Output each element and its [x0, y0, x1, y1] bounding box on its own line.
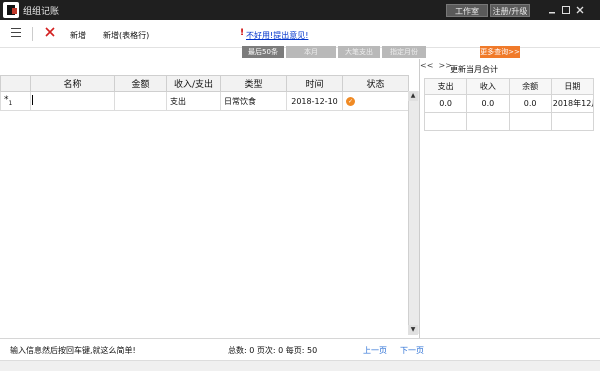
scroll-down-arrow-icon[interactable]: ▼ — [408, 325, 418, 335]
window-bottom-strip — [0, 360, 600, 371]
prev-page-link[interactable]: 上一页 — [363, 345, 387, 356]
cell-name[interactable] — [30, 91, 115, 111]
summary-empty-cell — [466, 112, 510, 131]
summary-row[interactable]: 0.0 0.0 0.0 2018年12月 — [423, 94, 595, 113]
table-row[interactable]: 支出 日常饮食 2018-12-10 ✓ — [0, 91, 409, 111]
summary-date: 2018年12月 — [550, 94, 595, 113]
minimize-icon[interactable] — [546, 4, 558, 16]
new-row-marker: *1 — [4, 95, 12, 107]
summary-header-expense: 支出 — [423, 78, 468, 95]
column-header-time[interactable]: 时间 — [286, 75, 343, 92]
toolbar: 新增 新增(表格行) ! 不好用!提出意见! — [0, 20, 600, 48]
column-header-amount[interactable]: 金额 — [114, 75, 167, 92]
add-button[interactable]: 新增 — [70, 30, 86, 41]
add-table-row-button[interactable]: 新增(表格行) — [103, 30, 149, 41]
table-header-row: 名称 金额 收入/支出 类型 时间 状态 — [0, 75, 409, 92]
summary-income: 0.0 — [466, 94, 510, 113]
workspace-button[interactable]: 工作室 — [446, 4, 488, 17]
summary-header-date: 日期 — [550, 78, 595, 95]
cell-amount[interactable] — [114, 91, 167, 111]
page-stats: 总数: 0 页次: 0 每页: 50 — [228, 346, 318, 355]
cell-status[interactable]: ✓ — [342, 91, 409, 111]
summary-balance: 0.0 — [508, 94, 552, 113]
warning-mark: ! — [240, 28, 245, 38]
column-header-category[interactable]: 类型 — [220, 75, 287, 92]
records-table: 名称 金额 收入/支出 类型 时间 状态 支出 日常饮食 2018-12-10 … — [0, 75, 409, 111]
cell-direction[interactable]: 支出 — [166, 91, 221, 111]
summary-header-row: 支出 收入 余额 日期 — [423, 78, 595, 95]
column-header-status[interactable]: 状态 — [342, 75, 409, 92]
status-bar: 输入信息然后按回车键,就这么简单! 总数: 0 页次: 0 每页: 50 上一页… — [0, 338, 600, 361]
month-nav: << >> — [420, 61, 452, 70]
title-bar: 组组记账 工作室 注册/升级 — [0, 0, 600, 20]
text-caret — [32, 95, 33, 105]
panel-divider — [419, 59, 420, 338]
monthly-summary-table: 支出 收入 余额 日期 0.0 0.0 0.0 2018年12月 — [423, 78, 595, 131]
prev-month-button[interactable]: << — [420, 61, 433, 70]
tab-specific-month[interactable]: 指定月份 — [382, 46, 426, 58]
summary-empty-cell — [550, 112, 595, 131]
toolbar-divider — [32, 27, 33, 41]
close-icon[interactable] — [574, 4, 586, 16]
summary-header-balance: 余额 — [508, 78, 552, 95]
summary-empty-cell — [508, 112, 552, 131]
row-header-corner — [0, 75, 31, 92]
tab-large-expense[interactable]: 大笔支出 — [338, 46, 380, 58]
summary-expense: 0.0 — [423, 94, 468, 113]
summary-empty-cell — [423, 112, 468, 131]
hamburger-icon[interactable] — [11, 28, 21, 37]
vertical-scrollbar[interactable] — [408, 91, 419, 334]
cell-time[interactable]: 2018-12-10 — [286, 91, 343, 111]
next-page-link[interactable]: 下一页 — [400, 345, 424, 356]
summary-empty-row — [423, 112, 595, 131]
check-circle-icon: ✓ — [346, 96, 355, 106]
register-upgrade-button[interactable]: 注册/升级 — [490, 4, 530, 17]
delete-x-icon[interactable] — [44, 26, 56, 38]
scroll-up-arrow-icon[interactable]: ▲ — [408, 91, 418, 101]
update-monthly-total-button[interactable]: 更新当月合计 — [450, 64, 498, 75]
app-title: 组组记账 — [23, 7, 60, 17]
tab-last-50[interactable]: 最后50条 — [242, 46, 284, 58]
feedback-link[interactable]: 不好用!提出意见! — [246, 30, 308, 41]
row-number: 1 — [8, 99, 13, 107]
cell-category[interactable]: 日常饮食 — [220, 91, 287, 111]
app-logo-icon — [3, 2, 19, 18]
more-query-button[interactable]: 更多查询>> — [480, 46, 520, 58]
tab-this-month[interactable]: 本月 — [286, 46, 336, 58]
column-header-name[interactable]: 名称 — [30, 75, 115, 92]
column-header-direction[interactable]: 收入/支出 — [166, 75, 221, 92]
input-hint: 输入信息然后按回车键,就这么简单! — [10, 346, 136, 355]
summary-header-income: 收入 — [466, 78, 510, 95]
maximize-icon[interactable] — [560, 4, 572, 16]
